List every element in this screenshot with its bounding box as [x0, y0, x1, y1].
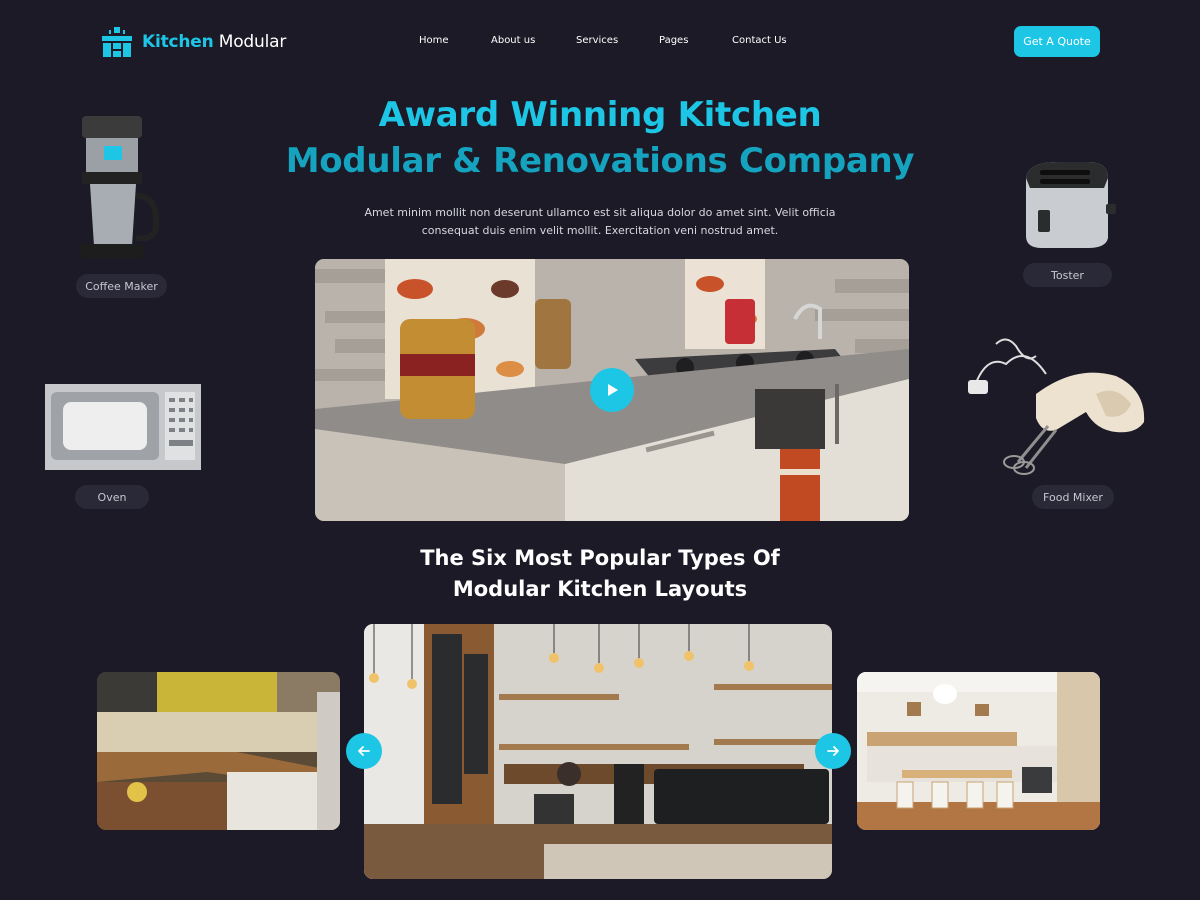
nav-pages[interactable]: Pages [659, 35, 688, 46]
arrow-right-icon [827, 746, 839, 756]
hand-mixer-image [968, 338, 1145, 475]
carousel-next-button[interactable] [815, 733, 851, 769]
hero-video[interactable] [315, 259, 909, 521]
layout-card-center[interactable] [364, 624, 832, 879]
coffee-maker-image [80, 116, 160, 258]
dining-kitchen-image [857, 672, 1100, 830]
nav-about-us[interactable]: About us [491, 35, 535, 46]
arrow-left-icon [358, 746, 370, 756]
layout-card-left[interactable] [97, 672, 340, 830]
play-icon [608, 384, 618, 396]
nav-services[interactable]: Services [576, 35, 618, 46]
product-label-food-mixer: Food Mixer [1032, 485, 1114, 509]
nav-home[interactable]: Home [419, 35, 449, 46]
nav-contact-us[interactable]: Contact Us [732, 35, 787, 46]
product-label-coffee-maker: Coffee Maker [76, 274, 167, 298]
toaster-image [1026, 162, 1116, 248]
get-a-quote-button[interactable]: Get A Quote [1014, 26, 1100, 57]
product-label-oven: Oven [75, 485, 149, 509]
hero-title-line1: Award Winning Kitchen [378, 95, 822, 135]
product-label-toaster: Toster [1023, 263, 1112, 287]
layouts-section-title: The Six Most Popular Types Of Modular Ki… [420, 546, 780, 601]
hero-subtitle: Amet minim mollit non deserunt ullamco e… [364, 206, 836, 237]
layout-card-right[interactable] [857, 672, 1100, 830]
cafe-kitchen-image [364, 624, 832, 879]
microwave-oven-image [45, 384, 201, 470]
l-shaped-kitchen-image [97, 672, 340, 830]
play-button[interactable] [590, 368, 634, 412]
carousel-prev-button[interactable] [346, 733, 382, 769]
